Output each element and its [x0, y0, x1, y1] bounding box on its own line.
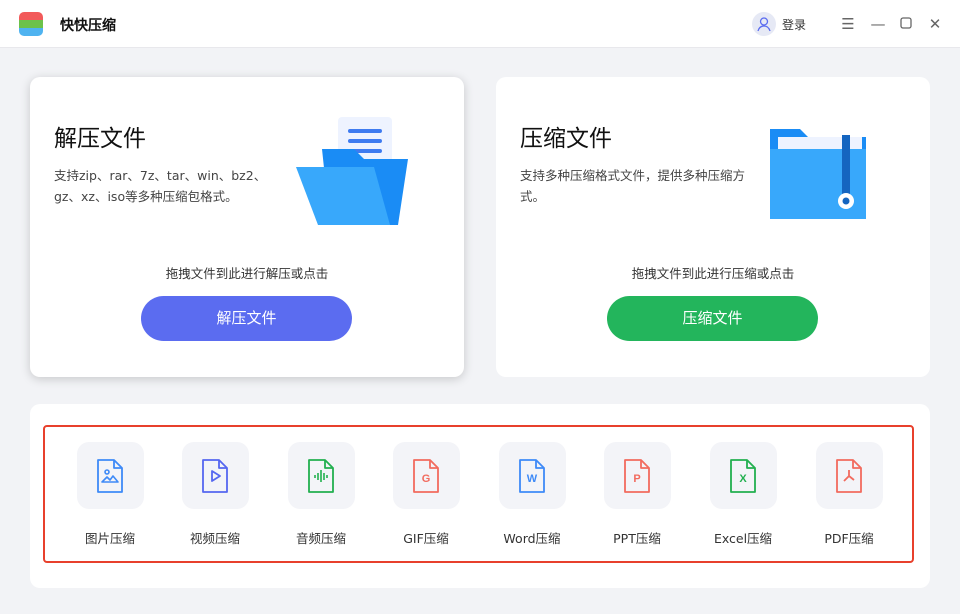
tool-tile[interactable]: G — [392, 442, 460, 509]
compress-description: 支持多种压缩格式文件，提供多种压缩方式。 — [520, 168, 746, 204]
tool-tile[interactable] — [76, 442, 144, 509]
tool-video[interactable]: 视频压缩 — [170, 442, 260, 547]
compress-card[interactable]: 压缩文件 支持多种压缩格式文件，提供多种压缩方式。 拖拽文件到此进行压缩或点击 … — [496, 77, 930, 377]
tool-label: GIF压缩 — [403, 531, 449, 546]
tool-label: 图片压缩 — [84, 531, 135, 546]
image-file-icon — [97, 458, 123, 493]
tool-label: PPT压缩 — [613, 531, 661, 546]
extract-description: 支持zip、rar、7z、tar、win、bz2、gz、xz、iso等多种压缩包… — [54, 168, 267, 204]
minimize-icon[interactable]: — — [868, 14, 888, 34]
tool-audio[interactable]: 音频压缩 — [276, 442, 366, 547]
tool-excel[interactable]: X Excel压缩 — [698, 442, 788, 547]
tool-tile[interactable]: W — [498, 442, 566, 509]
app-logo-icon — [19, 12, 43, 36]
extract-title: 解压文件 — [54, 126, 146, 152]
word-file-icon: W — [519, 458, 545, 493]
svg-text:W: W — [527, 473, 538, 485]
extract-button[interactable]: 解压文件 — [141, 296, 352, 341]
compress-title: 压缩文件 — [520, 126, 612, 152]
tool-label: Excel压缩 — [713, 531, 773, 546]
tool-image[interactable]: 图片压缩 — [65, 442, 155, 547]
tool-tile[interactable] — [287, 442, 355, 509]
zip-folder-icon — [770, 129, 866, 219]
title-bar: 快快压缩 登录 ☰ — ✕ — [0, 0, 960, 48]
maximize-icon[interactable] — [896, 14, 916, 34]
tool-label: PDF压缩 — [824, 531, 874, 546]
video-file-icon — [202, 458, 228, 493]
menu-icon[interactable]: ☰ — [838, 14, 858, 34]
svg-text:X: X — [739, 473, 747, 485]
svg-text:G: G — [422, 473, 431, 485]
login-link[interactable]: 登录 — [782, 16, 806, 33]
extract-drop-hint: 拖拽文件到此进行解压或点击 — [165, 266, 329, 281]
tool-tile[interactable]: P — [603, 442, 671, 509]
tool-tile[interactable] — [815, 442, 883, 509]
compress-drop-hint: 拖拽文件到此进行压缩或点击 — [631, 266, 795, 281]
user-avatar-icon[interactable] — [752, 12, 776, 36]
svg-text:P: P — [633, 473, 640, 485]
tool-label: 音频压缩 — [295, 531, 346, 546]
gif-file-icon: G — [413, 458, 439, 493]
compress-button[interactable]: 压缩文件 — [607, 296, 818, 341]
tool-label: Word压缩 — [503, 531, 561, 546]
tool-label: 视频压缩 — [189, 531, 240, 546]
extract-card[interactable]: 解压文件 支持zip、rar、7z、tar、win、bz2、gz、xz、iso等… — [30, 77, 464, 377]
audio-file-icon — [308, 458, 334, 493]
tool-ppt[interactable]: P PPT压缩 — [592, 442, 682, 547]
tool-tile[interactable]: X — [709, 442, 777, 509]
tool-tile[interactable] — [181, 442, 249, 509]
ppt-file-icon: P — [624, 458, 650, 493]
pdf-file-icon — [836, 458, 862, 493]
excel-file-icon: X — [730, 458, 756, 493]
open-folder-icon — [296, 117, 408, 225]
app-title: 快快压缩 — [60, 18, 116, 34]
tool-gif[interactable]: G GIF压缩 — [381, 442, 471, 547]
tool-pdf[interactable]: PDF压缩 — [804, 442, 894, 547]
close-icon[interactable]: ✕ — [925, 14, 945, 34]
tool-word[interactable]: W Word压缩 — [487, 442, 577, 547]
